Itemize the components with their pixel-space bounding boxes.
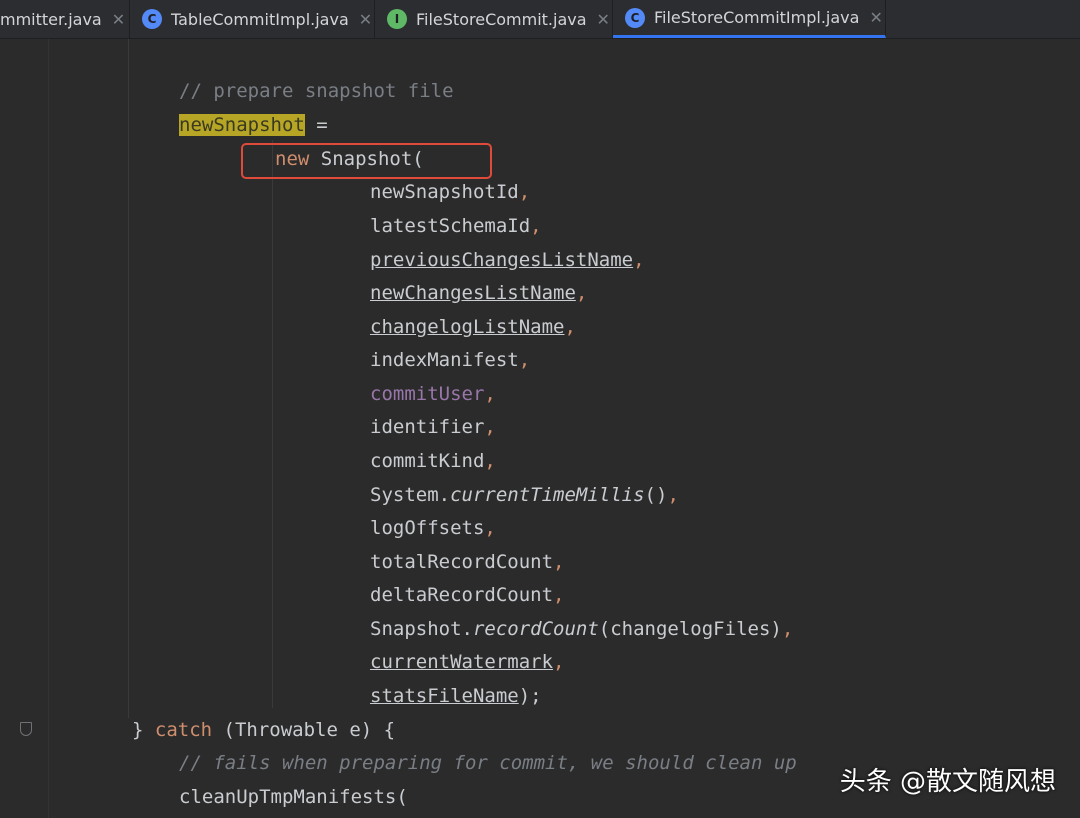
tab-label: mmitter.java [0, 9, 102, 29]
code-arg: totalRecordCount, [370, 551, 565, 573]
indent-guide [272, 140, 273, 708]
code-arg: deltaRecordCount, [370, 584, 565, 606]
tab-label: FileStoreCommit.java [416, 9, 587, 29]
highlighted-variable: newSnapshot [179, 114, 305, 136]
code-arg: indexManifest, [370, 349, 531, 371]
annotation-box [241, 143, 492, 179]
code-arg: statsFileName); [370, 685, 542, 707]
close-icon[interactable]: ✕ [869, 8, 882, 27]
code-arg: previousChangesListName, [370, 249, 645, 271]
close-icon[interactable]: ✕ [112, 10, 125, 29]
tab-file-store-commit[interactable]: I FileStoreCommit.java ✕ [375, 0, 613, 38]
code-arg: commitUser, [370, 383, 496, 405]
code-arg: changelogListName, [370, 316, 576, 338]
code-editor[interactable]: // prepare snapshot file newSnapshot = n… [0, 39, 1080, 818]
code-arg: Snapshot.recordCount(changelogFiles), [370, 618, 794, 640]
editor-tab-bar: mmitter.java ✕ C TableCommitImpl.java ✕ … [0, 0, 1080, 39]
class-icon: C [625, 7, 645, 28]
code-line-cleanup: cleanUpTmpManifests( [179, 786, 408, 808]
code-arg: latestSchemaId, [370, 215, 542, 237]
code-arg: commitKind, [370, 450, 496, 472]
tab-committer[interactable]: mmitter.java ✕ [0, 0, 130, 38]
code-line-catch: } catch (Throwable e) { [132, 719, 396, 741]
code-arg: newChangesListName, [370, 282, 588, 304]
tab-label: FileStoreCommitImpl.java [654, 8, 860, 27]
code-arg: logOffsets, [370, 517, 496, 539]
code-arg: identifier, [370, 416, 496, 438]
code-line-assign: newSnapshot = [179, 114, 328, 136]
close-icon[interactable]: ✕ [359, 10, 372, 29]
code-arg: System.currentTimeMillis(), [370, 484, 679, 506]
class-icon: C [142, 9, 162, 29]
tab-table-commit-impl[interactable]: C TableCommitImpl.java ✕ [130, 0, 375, 38]
fold-icon[interactable] [20, 722, 32, 736]
tab-label: TableCommitImpl.java [171, 9, 349, 29]
code-line-comment: // prepare snapshot file [179, 80, 454, 102]
editor-gutter [0, 39, 49, 818]
code-arg: currentWatermark, [370, 651, 565, 673]
interface-icon: I [387, 9, 407, 29]
tab-file-store-commit-impl[interactable]: C FileStoreCommitImpl.java ✕ [613, 0, 886, 38]
watermark: 头条 @散文随风想 [839, 767, 1056, 797]
code-line-comment: // fails when preparing for commit, we s… [179, 752, 797, 774]
close-icon[interactable]: ✕ [597, 10, 610, 29]
indent-guide [128, 39, 129, 718]
code-arg: newSnapshotId, [370, 181, 531, 203]
